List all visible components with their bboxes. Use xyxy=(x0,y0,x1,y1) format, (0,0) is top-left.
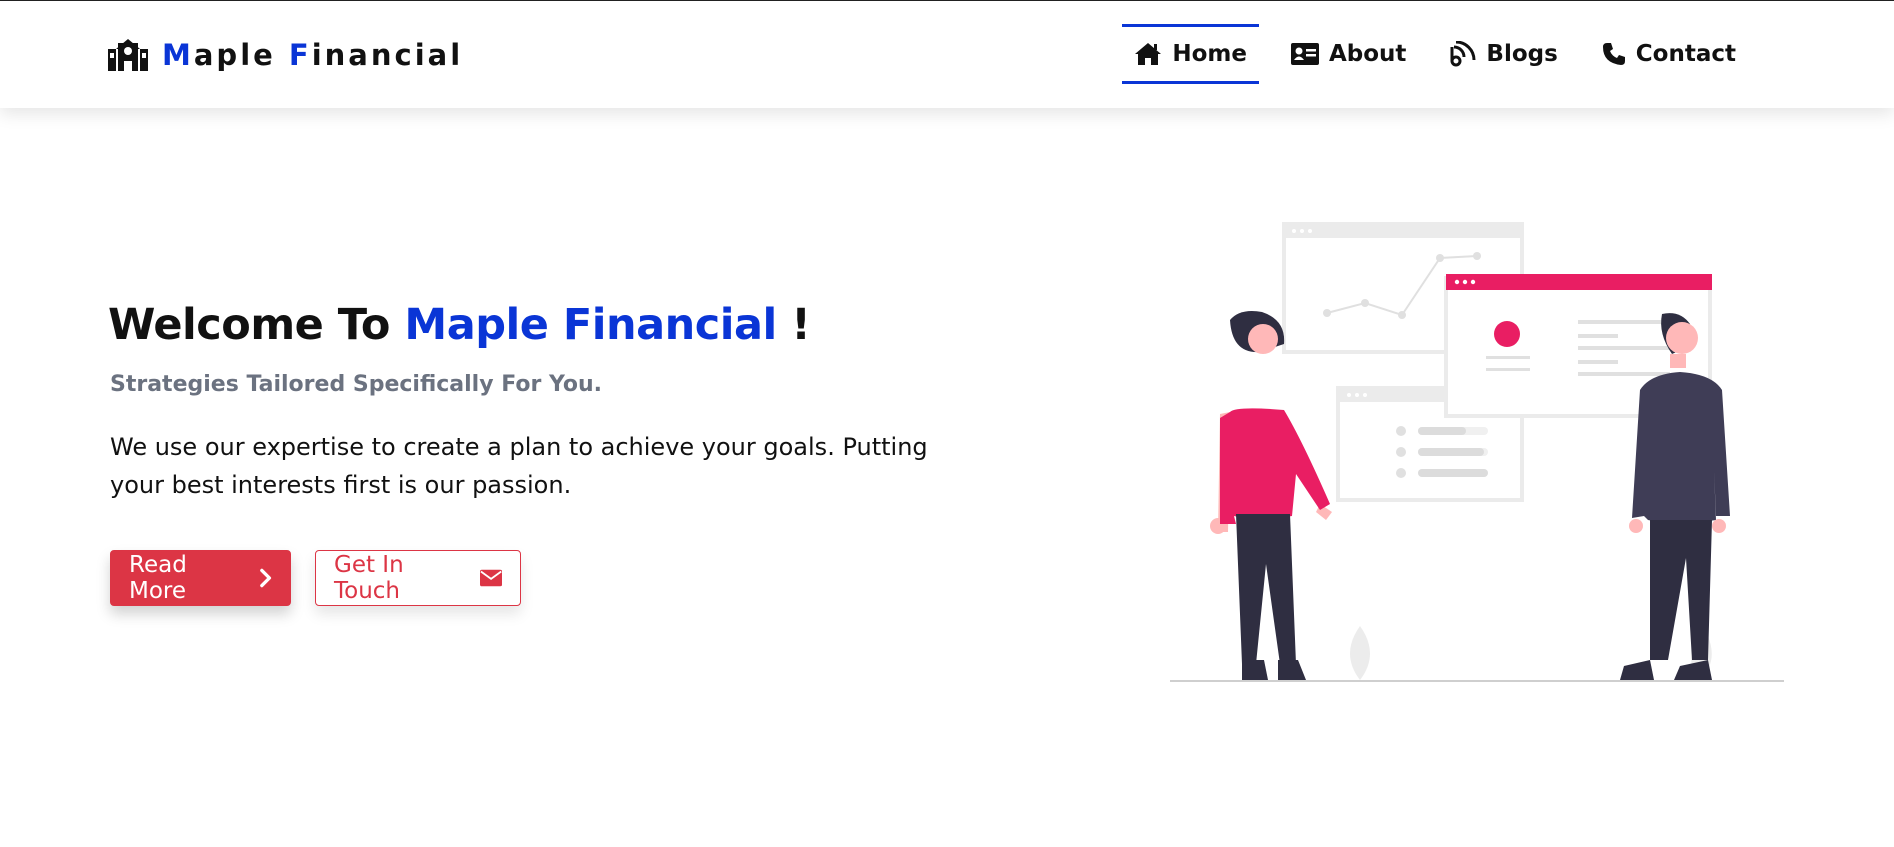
id-card-icon xyxy=(1290,43,1319,65)
hero-title-highlight: Maple Financial xyxy=(404,300,777,350)
nav-item-blogs[interactable]: Blogs xyxy=(1438,24,1569,84)
read-more-label: Read More xyxy=(129,552,187,604)
hero-title: Welcome To Maple Financial ! xyxy=(108,300,811,350)
hero-title-suffix: ! xyxy=(776,300,811,350)
brand-initial-m: M xyxy=(162,38,194,72)
chevron-right-icon xyxy=(259,568,271,588)
get-in-touch-label: Get In Touch xyxy=(334,552,404,604)
read-more-button[interactable]: Read More xyxy=(110,550,291,606)
nav-label-about: About xyxy=(1328,41,1407,67)
site-header: Maple Financial Home About Blogs Contact xyxy=(0,1,1894,108)
nav-label-blogs: Blogs xyxy=(1486,41,1558,67)
nav-label-home: Home xyxy=(1172,41,1247,67)
hero-title-prefix: Welcome To xyxy=(108,300,405,350)
main-nav: Home About Blogs Contact xyxy=(1102,24,1748,84)
hero-subtitle: Strategies Tailored Specifically For You… xyxy=(110,372,603,397)
brand-logo[interactable]: Maple Financial xyxy=(108,38,463,72)
envelope-icon xyxy=(479,569,502,587)
school-building-icon xyxy=(108,39,148,71)
get-in-touch-button[interactable]: Get In Touch xyxy=(315,550,521,606)
brand-name: Maple Financial xyxy=(162,38,463,72)
nav-item-contact[interactable]: Contact xyxy=(1590,24,1748,84)
brand-initial-f: F xyxy=(288,38,312,72)
hero-description: We use our expertise to create a plan to… xyxy=(110,433,928,499)
woman-figure xyxy=(1210,311,1332,680)
nav-item-about[interactable]: About xyxy=(1279,24,1418,84)
phone-icon xyxy=(1602,43,1625,65)
brand-word-financial: inancial xyxy=(311,38,464,72)
brand-word-maple: aple xyxy=(193,38,289,72)
nav-label-contact: Contact xyxy=(1635,41,1736,67)
home-icon xyxy=(1135,43,1162,65)
people-presenting-dashboards-illustration xyxy=(1170,222,1784,682)
nav-item-home[interactable]: Home xyxy=(1122,24,1259,84)
blog-icon xyxy=(1450,41,1476,67)
